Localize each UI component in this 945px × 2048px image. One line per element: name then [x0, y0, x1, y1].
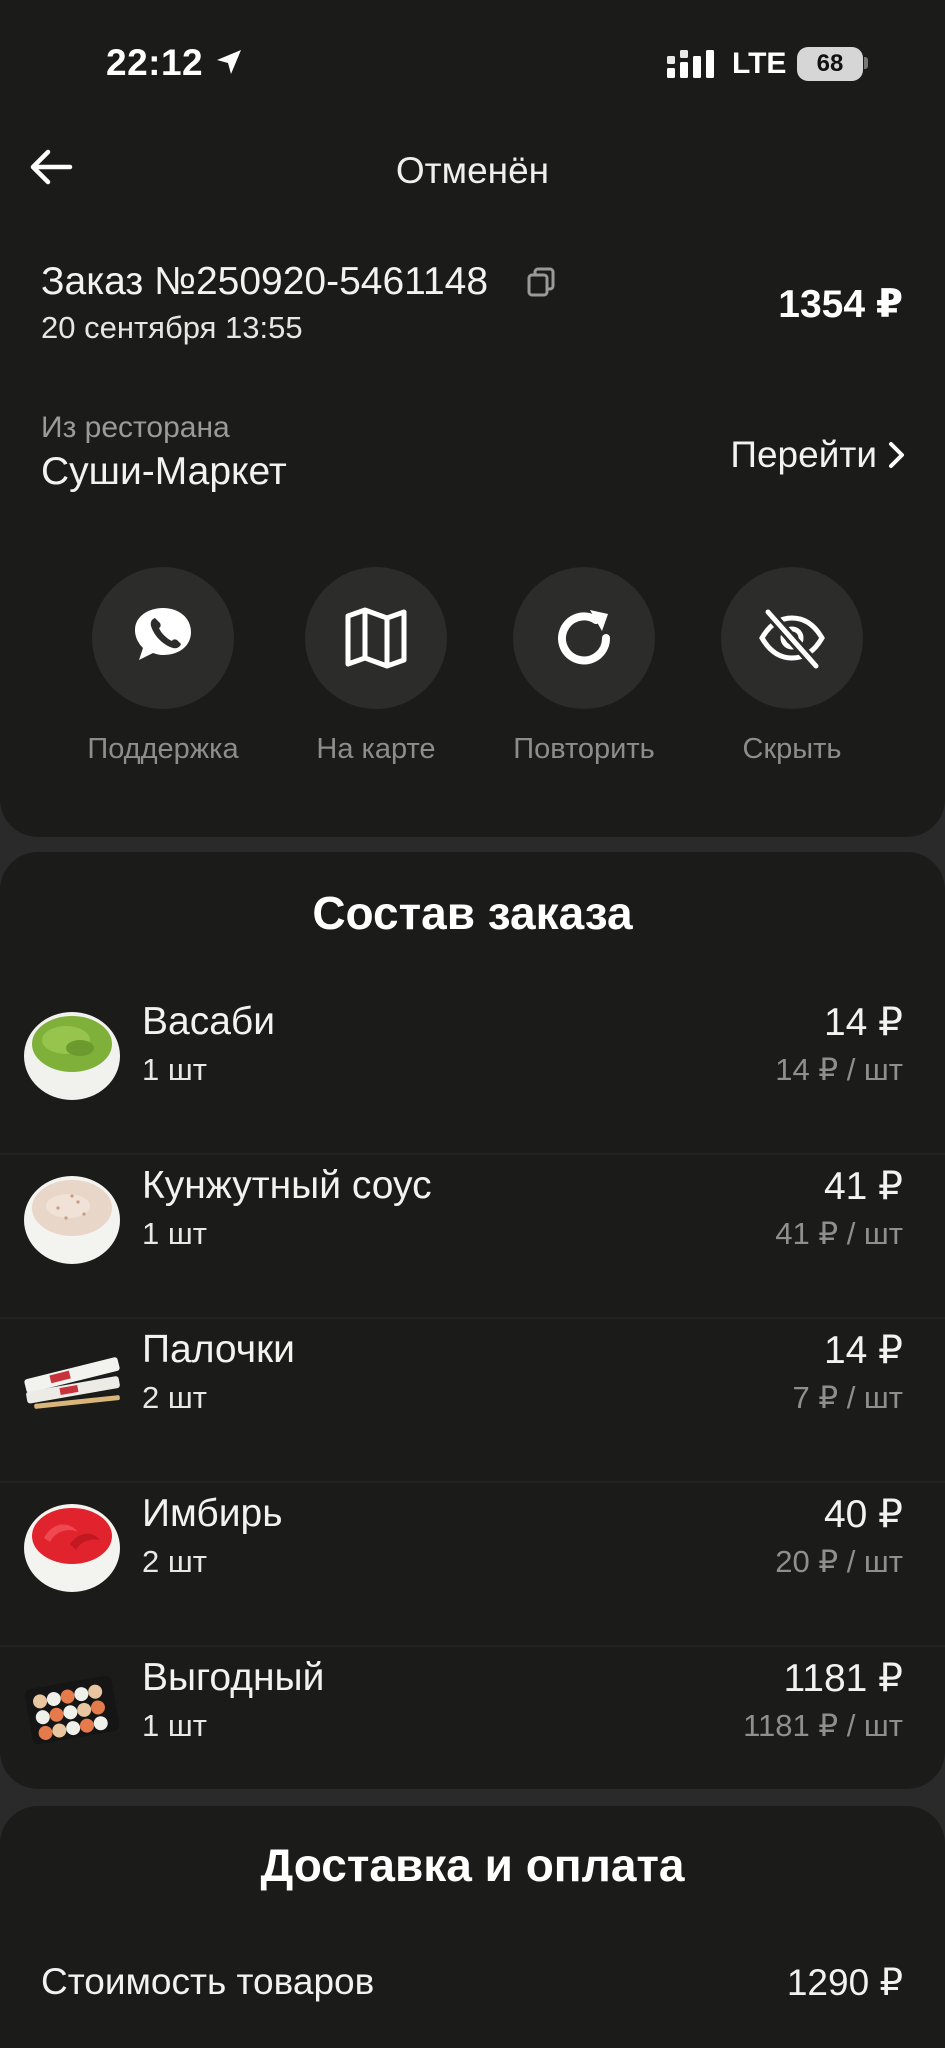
item-unit-price: 7 ₽ / шт — [792, 1380, 903, 1415]
status-bar: 22:12 LTE 68 — [0, 0, 945, 120]
order-total: 1354 ₽ — [778, 283, 903, 326]
order-item[interactable]: Имбирь 2 шт 40 ₽ 20 ₽ / шт — [0, 1492, 945, 1642]
battery-tip-icon — [864, 57, 868, 69]
divider — [0, 1645, 945, 1647]
sushi-set-image — [24, 1675, 120, 1745]
item-price: 14 ₽ — [823, 1001, 903, 1044]
item-price: 41 ₽ — [823, 1165, 903, 1208]
map-action[interactable]: На карте — [276, 567, 476, 766]
order-items-card: Состав заказа Васаби 1 шт 14 ₽ 14 ₽ / шт… — [0, 852, 945, 1789]
repeat-action[interactable]: Повторить — [484, 567, 684, 766]
item-unit-price: 1181 ₽ / шт — [743, 1708, 903, 1743]
order-item[interactable]: Выгодный 1 шт 1181 ₽ 1181 ₽ / шт — [0, 1656, 945, 1806]
order-details-screen: 22:12 LTE 68 Отменён Заказ №250920-54611… — [0, 0, 945, 2048]
support-action-circle[interactable] — [92, 567, 234, 709]
order-item[interactable]: Васаби 1 шт 14 ₽ 14 ₽ / шт — [0, 1000, 945, 1150]
battery-level: 68 — [797, 47, 863, 81]
repeat-label: Повторить — [513, 733, 655, 765]
delivery-payment-title: Доставка и оплата — [260, 1839, 685, 1891]
network-type: LTE — [732, 47, 787, 80]
item-qty: 2 шт — [142, 1544, 207, 1579]
goto-label: Перейти — [730, 434, 877, 475]
item-name: Имбирь — [142, 1492, 283, 1535]
copy-icon[interactable] — [525, 266, 557, 298]
hide-label: Скрыть — [742, 733, 842, 765]
map-action-circle[interactable] — [305, 567, 447, 709]
item-name: Васаби — [142, 1000, 276, 1043]
item-price: 40 ₽ — [823, 1493, 903, 1536]
divider — [0, 1317, 945, 1319]
hide-action-circle[interactable] — [721, 567, 863, 709]
order-actions: Поддержка На карте Повторить Скрыть — [0, 567, 945, 787]
item-price: 14 ₽ — [823, 1329, 903, 1372]
order-summary-card: 22:12 LTE 68 Отменён Заказ №250920-54611… — [0, 0, 945, 837]
divider — [0, 1153, 945, 1155]
signal-icon — [667, 50, 714, 78]
restaurant-name: Суши-Маркет — [41, 450, 287, 493]
repeat-icon — [558, 610, 611, 665]
hide-action[interactable]: Скрыть — [692, 567, 892, 766]
item-name: Палочки — [142, 1328, 295, 1371]
item-unit-price: 14 ₽ / шт — [775, 1052, 903, 1087]
goto-restaurant-button[interactable]: Перейти — [730, 430, 907, 480]
order-items-title: Состав заказа — [312, 887, 633, 939]
sesame-sauce-image — [24, 1176, 120, 1264]
eye-off-icon — [759, 608, 825, 670]
item-qty: 2 шт — [142, 1380, 207, 1415]
map-label: На карте — [316, 733, 436, 765]
wasabi-image — [24, 1012, 120, 1100]
item-qty: 1 шт — [142, 1052, 207, 1087]
order-status-title: Отменён — [395, 150, 550, 191]
ginger-image — [24, 1504, 120, 1592]
item-qty: 1 шт — [142, 1708, 207, 1743]
goods-cost-value: 1290 ₽ — [786, 1962, 903, 2003]
item-qty: 1 шт — [142, 1216, 207, 1251]
order-item[interactable]: Кунжутный соус 1 шт 41 ₽ 41 ₽ / шт — [0, 1164, 945, 1314]
item-unit-price: 20 ₽ / шт — [775, 1544, 903, 1579]
item-unit-price: 41 ₽ / шт — [775, 1216, 903, 1251]
delivery-payment-card: Доставка и оплата Стоимость товаров 1290… — [0, 1806, 945, 2048]
map-icon — [345, 607, 407, 669]
support-label: Поддержка — [87, 733, 239, 765]
status-time: 22:12 — [106, 42, 204, 83]
item-name: Выгодный — [142, 1656, 325, 1699]
support-action[interactable]: Поддержка — [63, 567, 263, 766]
restaurant-label: Из ресторана — [41, 411, 230, 444]
support-chat-icon — [135, 608, 191, 660]
order-item[interactable]: Палочки 2 шт 14 ₽ 7 ₽ / шт — [0, 1328, 945, 1478]
item-price: 1181 ₽ — [783, 1657, 903, 1700]
item-name: Кунжутный соус — [142, 1164, 432, 1207]
goods-cost-label: Стоимость товаров — [41, 1961, 375, 2002]
divider — [0, 1481, 945, 1483]
chopsticks-image — [24, 1357, 120, 1409]
order-number: Заказ №250920-5461148 — [41, 260, 489, 303]
location-arrow-icon — [217, 50, 241, 74]
order-date: 20 сентября 13:55 — [41, 310, 303, 345]
repeat-action-circle[interactable] — [513, 567, 655, 709]
chevron-right-icon — [889, 442, 904, 468]
